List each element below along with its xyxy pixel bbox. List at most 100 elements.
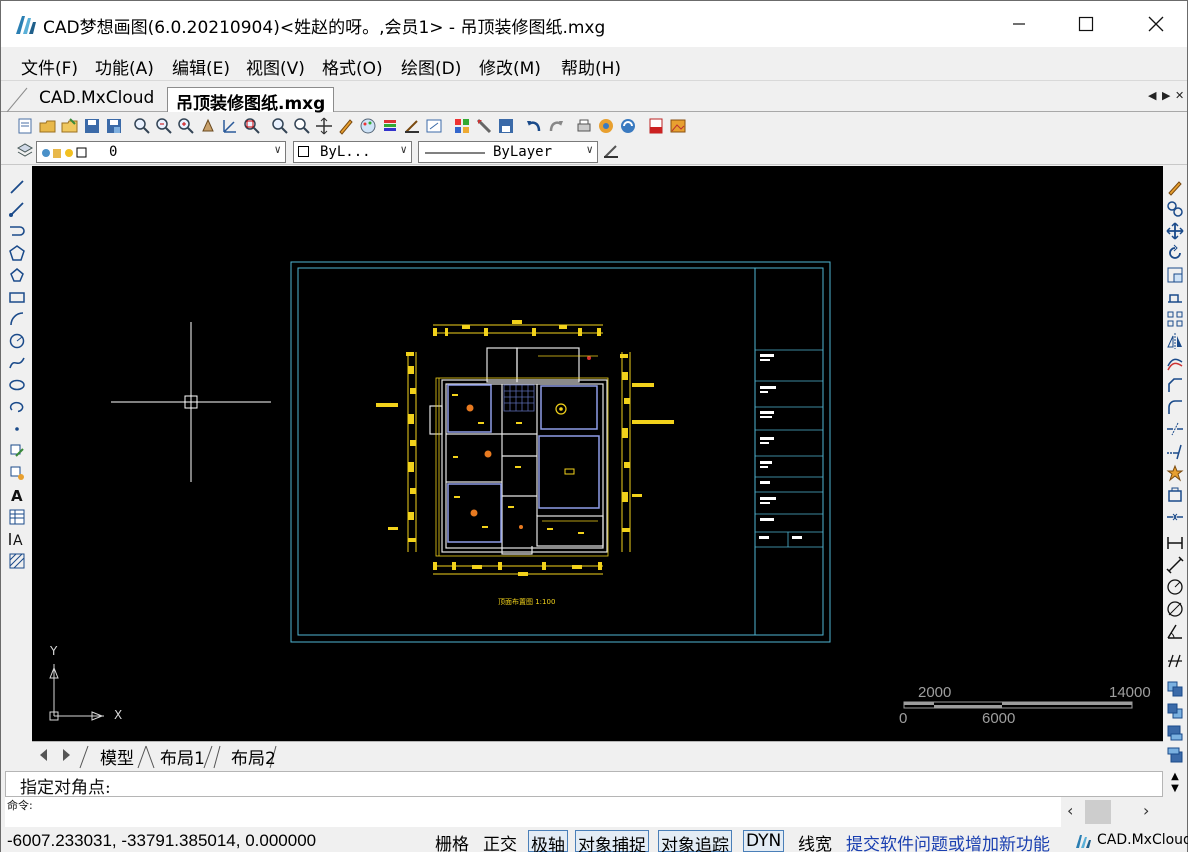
table-icon[interactable] [8,508,26,526]
hatch-icon[interactable] [8,552,26,570]
mirror-icon[interactable] [1166,332,1184,350]
command-input[interactable]: 指定对角点: [5,771,1163,798]
tab-next-icon[interactable]: ▶ [1162,89,1170,102]
menu-format[interactable]: 格式(O) [322,54,383,79]
join-icon[interactable] [1166,508,1184,526]
extend-icon[interactable] [1166,442,1184,460]
scroll-thumb[interactable] [1085,800,1111,824]
color-select[interactable]: ByL... ∨ [293,141,412,163]
menu-file[interactable]: 文件(F) [21,54,78,79]
scroll-up-icon[interactable]: ▲ [1164,771,1186,783]
spline-icon[interactable] [8,354,26,372]
feedback-link[interactable]: 提交软件问题或增加新功能 [846,830,1050,852]
match-properties-icon[interactable] [403,117,421,135]
array-icon[interactable] [1166,310,1184,328]
tab-drawing-file[interactable]: 吊顶装修图纸.mxg [167,87,335,114]
text-icon[interactable]: A [8,486,26,504]
multiline-text-icon[interactable]: A [8,530,26,548]
break-icon[interactable] [1166,486,1184,504]
scroll-down-icon[interactable]: ▼ [1164,783,1186,795]
pentagon-icon[interactable] [8,266,26,284]
new-file-icon[interactable] [16,117,34,135]
move-icon[interactable] [1166,222,1184,240]
maximize-button[interactable] [1063,1,1109,47]
polygon-icon[interactable] [8,244,26,262]
layer-select[interactable]: 0 ∨ [36,141,286,163]
toggle-polar[interactable]: 极轴 [528,830,568,852]
zoom-window-icon[interactable] [155,117,173,135]
scroll-right-icon[interactable]: › [1143,801,1149,820]
toggle-dyn[interactable]: DYN [743,830,785,852]
properties-window-icon[interactable] [425,117,443,135]
block-insert-icon[interactable] [453,117,471,135]
scroll-left-icon[interactable]: ‹ [1067,801,1073,820]
drawing-canvas[interactable]: 顶面布置图 1:100 2000 14000 0 6000 Y X [32,166,1163,741]
move-view-icon[interactable] [315,117,333,135]
ellipse-icon[interactable] [8,376,26,394]
ellipse-arc-icon[interactable] [8,398,26,416]
arc-icon[interactable] [8,310,26,328]
menu-draw[interactable]: 绘图(D) [401,54,461,79]
tab-mxcloud[interactable]: CAD.MxCloud [31,87,162,112]
layer-manager-icon[interactable] [381,117,399,135]
tab-close-icon[interactable]: ✕ [1175,89,1184,102]
linetype-select[interactable]: ByLayer ∨ [418,141,598,163]
minimize-button[interactable] [996,1,1042,47]
radius-dimension-icon[interactable] [1166,578,1184,596]
cloud-sync-icon[interactable] [619,117,637,135]
toggle-lineweight[interactable]: 线宽 [796,830,834,852]
ray-icon[interactable] [8,200,26,218]
save-layout-icon[interactable] [497,117,515,135]
save-as-icon[interactable] [105,117,123,135]
point-icon[interactable] [8,420,26,438]
brush-icon[interactable] [475,117,493,135]
layout-tab-layout2[interactable]: 布局2 [231,744,276,769]
plugin-icon[interactable] [597,117,615,135]
trim-icon[interactable] [1166,420,1184,438]
save-icon[interactable] [83,117,101,135]
draw-order-below-icon[interactable] [1166,746,1184,764]
explode-icon[interactable] [1166,464,1184,482]
insert-block-icon[interactable] [8,442,26,460]
draw-order-back-icon[interactable] [1166,702,1184,720]
erase-icon[interactable] [1166,178,1184,196]
zoom-previous-icon[interactable] [271,117,289,135]
redo-icon[interactable] [547,117,565,135]
export-image-icon[interactable] [669,117,687,135]
zoom-realtime-icon[interactable] [133,117,151,135]
command-scroll[interactable]: ▲ ▼ [1164,771,1186,797]
zoom-extents-icon[interactable] [243,117,261,135]
close-button[interactable] [1133,1,1179,47]
toggle-osnap[interactable]: 对象捕捉 [575,830,649,852]
print-icon[interactable] [575,117,593,135]
pencil-icon[interactable] [337,117,355,135]
aligned-dimension-icon[interactable] [1166,556,1184,574]
lineweight-icon[interactable] [602,142,620,160]
draw-order-above-icon[interactable] [1166,724,1184,742]
menu-modify[interactable]: 修改(M) [479,54,541,79]
layout-tab-layout1[interactable]: 布局1 [160,744,205,769]
open-file-icon[interactable] [39,117,57,135]
layout-tab-model[interactable]: 模型 [100,744,134,769]
zoom-in-icon[interactable] [177,117,195,135]
polyline-icon[interactable] [8,222,26,240]
history-hscrollbar[interactable]: ‹ › [1061,797,1163,827]
linear-dimension-icon[interactable] [1166,534,1184,552]
undo-icon[interactable] [525,117,543,135]
scale-icon[interactable] [1166,266,1184,284]
pan-icon[interactable] [199,117,217,135]
stretch-icon[interactable] [1166,288,1184,306]
layout-prev-icon[interactable] [38,748,50,762]
tab-prev-icon[interactable]: ◀ [1148,89,1156,102]
copy-icon[interactable] [1166,200,1184,218]
draw-order-front-icon[interactable] [1166,680,1184,698]
leader-icon[interactable] [1166,652,1184,670]
menu-function[interactable]: 功能(A) [95,54,154,79]
zoom-scale-icon[interactable] [293,117,311,135]
menu-help[interactable]: 帮助(H) [561,54,621,79]
offset-icon[interactable] [1166,354,1184,372]
toggle-otrack[interactable]: 对象追踪 [658,830,732,852]
diameter-dimension-icon[interactable] [1166,600,1184,618]
rectangle-icon[interactable] [8,288,26,306]
toggle-ortho[interactable]: 正交 [481,830,519,852]
